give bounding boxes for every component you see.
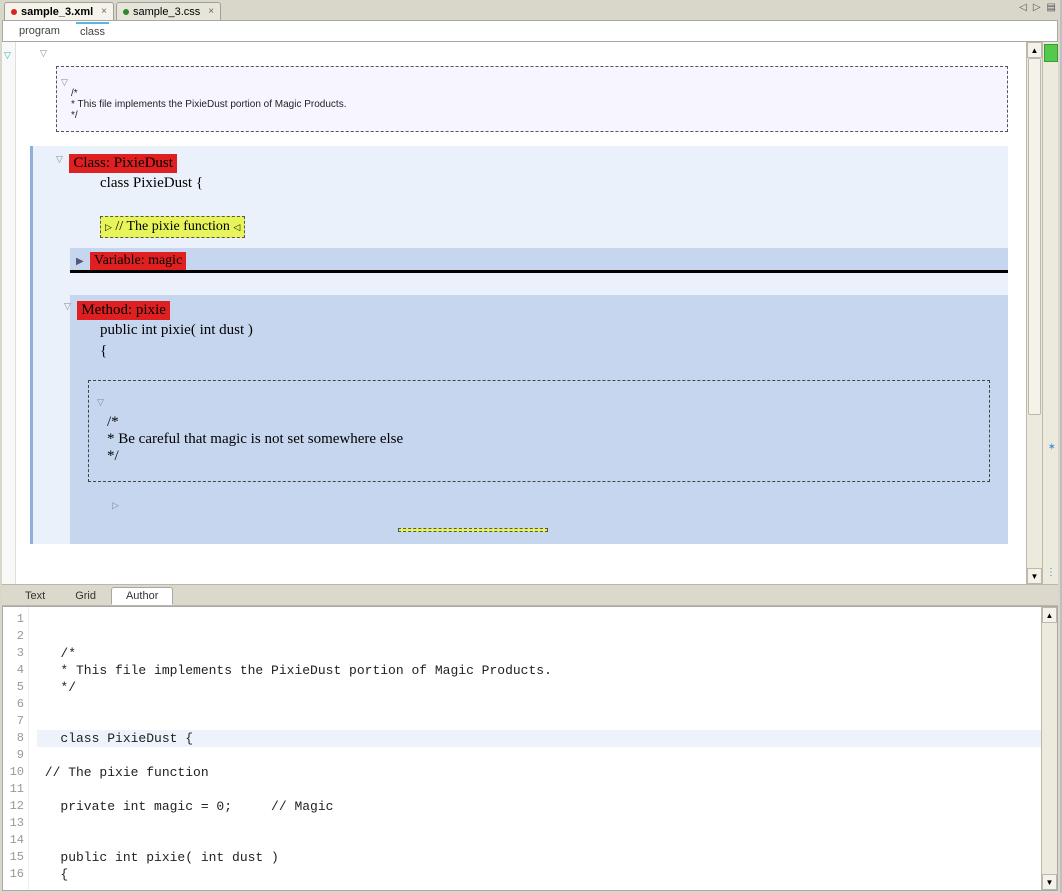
- line-number: 1: [3, 611, 24, 628]
- tab-list-icon[interactable]: ▤: [1047, 2, 1056, 13]
- line-number: 10: [3, 764, 24, 781]
- source-line[interactable]: private int magic = 0; // Magic: [37, 798, 1041, 815]
- line-number: 14: [3, 832, 24, 849]
- view-mode-tabs: Text Grid Author: [2, 584, 1058, 606]
- line-number: 9: [3, 747, 24, 764]
- close-tab-icon[interactable]: ×: [101, 6, 107, 17]
- class-block: ▽ Class: PixieDust class PixieDust { ▷ /…: [30, 146, 1008, 544]
- dirty-indicator-icon: [11, 9, 17, 15]
- scroll-up-icon[interactable]: ▲: [1042, 607, 1057, 623]
- scrollbar-thumb[interactable]: [1028, 58, 1041, 415]
- source-line[interactable]: * This file implements the PixieDust por…: [37, 662, 1041, 679]
- scroll-up-icon[interactable]: ▲: [1027, 42, 1042, 58]
- method-signature[interactable]: public int pixie( int dust ): [100, 320, 1000, 341]
- file-tab-label: sample_3.xml: [21, 6, 93, 18]
- file-tab-sample-xml[interactable]: sample_3.xml ×: [4, 2, 114, 20]
- line-number: 11: [3, 781, 24, 798]
- mode-tab-author[interactable]: Author: [111, 587, 173, 605]
- line-number: 5: [3, 679, 24, 696]
- overview-ruler[interactable]: ✶ ⋮: [1042, 42, 1058, 584]
- file-tab-sample-css[interactable]: sample_3.css ×: [116, 2, 221, 20]
- line-number: 13: [3, 815, 24, 832]
- vertical-scrollbar[interactable]: ▲ ▼: [1041, 607, 1057, 890]
- fold-toggle-icon[interactable]: ▽: [40, 48, 50, 58]
- line-number: 2: [3, 628, 24, 645]
- comment-line: */: [107, 448, 971, 465]
- mode-tab-text[interactable]: Text: [10, 587, 60, 605]
- fold-toggle-icon[interactable]: ▽: [97, 397, 107, 407]
- mode-tab-grid[interactable]: Grid: [60, 587, 111, 605]
- source-line[interactable]: [37, 713, 1041, 730]
- comment-line: */: [71, 110, 993, 121]
- method-open-brace[interactable]: {: [100, 341, 1000, 362]
- status-ok-icon: [1044, 44, 1058, 62]
- clean-indicator-icon: [123, 9, 129, 15]
- fold-toggle-icon[interactable]: ▽: [4, 50, 11, 61]
- source-line[interactable]: public int pixie( int dust ): [37, 849, 1041, 866]
- fold-gutter: ▽: [2, 42, 16, 584]
- source-line[interactable]: class PixieDust {: [37, 730, 1041, 747]
- breadcrumb-item[interactable]: class: [76, 22, 109, 40]
- fold-toggle-icon[interactable]: ▽: [64, 301, 74, 311]
- line-number: 16: [3, 866, 24, 883]
- scroll-down-icon[interactable]: ▼: [1042, 874, 1057, 890]
- line-number: 6: [3, 696, 24, 713]
- method-comment-block[interactable]: ▽ /* * Be careful that magic is not set …: [88, 380, 990, 482]
- source-line[interactable]: [37, 815, 1041, 832]
- editor-tab-strip: sample_3.xml × sample_3.css × ◁ ▷ ▤: [0, 0, 1060, 20]
- fold-toggle-icon[interactable]: ▽: [61, 77, 71, 87]
- source-line[interactable]: [37, 696, 1041, 713]
- method-block: ▽ Method: pixie public int pixie( int du…: [70, 295, 1008, 544]
- line-number: 7: [3, 713, 24, 730]
- comment-line: * This file implements the PixieDust por…: [71, 99, 993, 110]
- expand-left-icon: ◁: [233, 222, 240, 232]
- line-number: 4: [3, 662, 24, 679]
- source-view-pane: 12345678910111213141516 /* * This file i…: [2, 606, 1058, 891]
- source-line[interactable]: [37, 611, 1041, 628]
- source-line[interactable]: [37, 781, 1041, 798]
- line-number: 3: [3, 645, 24, 662]
- variable-block[interactable]: ▶ Variable: magic: [70, 248, 1008, 273]
- inline-note-text: // The pixie function: [115, 219, 229, 234]
- method-header-badge[interactable]: Method: pixie: [77, 301, 170, 320]
- source-line[interactable]: [37, 747, 1041, 764]
- comment-line: /*: [71, 88, 993, 99]
- nav-left-icon[interactable]: ◁: [1019, 2, 1027, 13]
- author-content[interactable]: ▽ ▽ ▽ /* * This file implements the Pixi…: [2, 42, 1026, 584]
- source-line[interactable]: */: [37, 679, 1041, 696]
- ruler-marker-icon[interactable]: ⋮: [1046, 567, 1056, 578]
- class-header-badge[interactable]: Class: PixieDust: [69, 154, 177, 173]
- breadcrumb-bar: program class: [2, 20, 1058, 42]
- source-code-area[interactable]: /* * This file implements the PixieDust …: [29, 607, 1041, 890]
- line-number: 15: [3, 849, 24, 866]
- fold-toggle-icon[interactable]: ▽: [56, 154, 66, 164]
- source-line[interactable]: {: [37, 866, 1041, 883]
- variable-header-badge: Variable: magic: [90, 252, 186, 270]
- author-view-pane: ▽ ▽ ▽ /* * This file implements the Pixi…: [2, 42, 1058, 584]
- expand-right-icon: ▷: [105, 222, 112, 232]
- line-number: 8: [3, 730, 24, 747]
- comment-line: /*: [107, 414, 971, 431]
- expand-right-icon[interactable]: ▶: [76, 256, 84, 267]
- inline-note-pill[interactable]: ▷ // The pixie function ◁: [100, 216, 245, 238]
- vertical-scrollbar[interactable]: ▲ ▼: [1026, 42, 1042, 584]
- expand-right-icon[interactable]: ▷: [112, 500, 122, 510]
- source-line[interactable]: [37, 628, 1041, 645]
- close-tab-icon[interactable]: ×: [208, 6, 214, 17]
- line-number-gutter: 12345678910111213141516: [3, 607, 29, 890]
- line-number: 12: [3, 798, 24, 815]
- ruler-marker-icon[interactable]: ✶: [1048, 442, 1056, 453]
- source-line[interactable]: /*: [37, 645, 1041, 662]
- file-tab-label: sample_3.css: [133, 6, 200, 18]
- breadcrumb-item[interactable]: program: [15, 23, 64, 39]
- class-declaration[interactable]: class PixieDust {: [100, 173, 1008, 194]
- collapsed-note-strip[interactable]: [398, 528, 548, 532]
- source-line[interactable]: [37, 832, 1041, 849]
- comment-line: * Be careful that magic is not set somew…: [107, 431, 971, 448]
- scroll-down-icon[interactable]: ▼: [1027, 568, 1042, 584]
- source-line[interactable]: // The pixie function: [37, 764, 1041, 781]
- file-comment-block[interactable]: ▽ /* * This file implements the PixieDus…: [56, 66, 1008, 132]
- nav-right-icon[interactable]: ▷: [1033, 2, 1041, 13]
